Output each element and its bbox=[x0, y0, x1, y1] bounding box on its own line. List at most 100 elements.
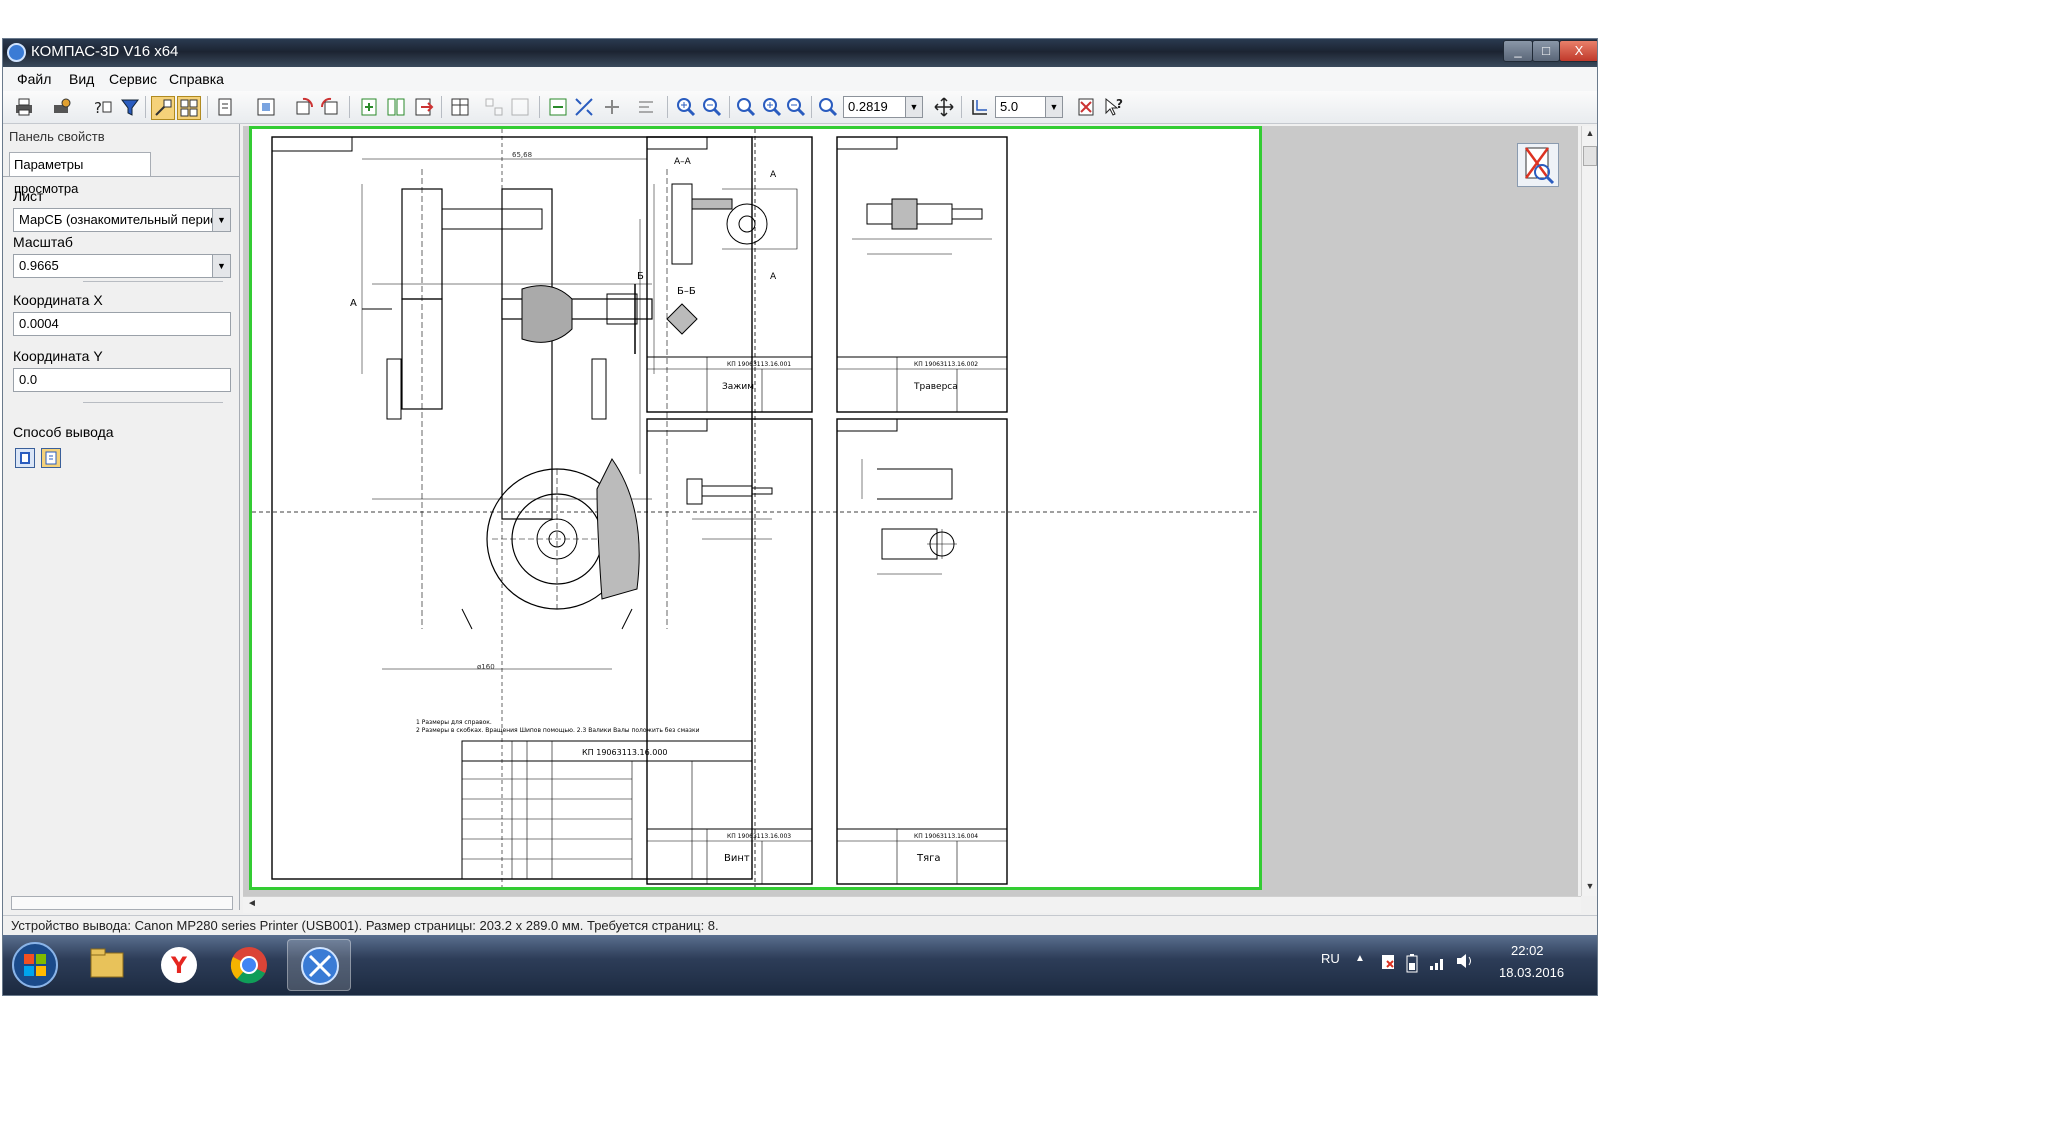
status-bar: Устройство вывода: Canon MP280 series Pr… bbox=[3, 915, 1597, 935]
close-button[interactable]: X bbox=[1559, 40, 1597, 62]
sheet5-code: КП 19063113.16.004 bbox=[914, 833, 978, 840]
sheet1-note-1: 1 Размеры для справок. bbox=[416, 719, 492, 726]
menu-view[interactable]: Вид bbox=[69, 71, 94, 87]
maximize-button[interactable]: □ bbox=[1532, 40, 1560, 62]
grid-sheets-icon[interactable] bbox=[177, 96, 201, 120]
chevron-down-icon[interactable]: ▼ bbox=[905, 97, 922, 117]
panel-title: Панель свойств bbox=[9, 129, 105, 144]
preview-settings-button[interactable] bbox=[1517, 143, 1559, 187]
rotate-icon[interactable] bbox=[293, 96, 315, 118]
page-setup-icon[interactable] bbox=[215, 96, 237, 118]
chevron-down-icon[interactable]: ▼ bbox=[212, 209, 230, 231]
print-settings-icon[interactable] bbox=[51, 96, 73, 118]
zoom-minus-icon[interactable] bbox=[785, 96, 807, 118]
zoom-plus-icon[interactable] bbox=[761, 96, 783, 118]
chevron-down-icon[interactable]: ▼ bbox=[1045, 97, 1062, 117]
toolbar-separator bbox=[441, 96, 442, 118]
move-sheets-icon[interactable] bbox=[601, 96, 623, 118]
panel-scrollbar[interactable] bbox=[11, 896, 233, 910]
zoom-combo[interactable]: 0.2819 ▼ bbox=[843, 96, 923, 118]
coord-y-field[interactable]: 0.0 bbox=[13, 368, 231, 392]
svg-text:ø160: ø160 bbox=[477, 663, 495, 671]
coord-y-label: Координата Y bbox=[13, 348, 103, 364]
sheet-value: МарСБ (ознакомительный перио bbox=[19, 212, 218, 227]
output-mode-one-icon[interactable] bbox=[15, 448, 35, 468]
sheet1-note-2: 2 Размеры в скобках. Вращения Шипов помо… bbox=[416, 727, 700, 734]
chevron-down-icon[interactable]: ▼ bbox=[212, 255, 230, 277]
scale-icon[interactable] bbox=[573, 96, 595, 118]
scroll-left-icon[interactable]: ◄ bbox=[247, 898, 257, 909]
sheet1-stamp-code: КП 19063113.16.000 bbox=[582, 748, 668, 757]
context-help-icon[interactable]: ? bbox=[1103, 96, 1125, 118]
step-value: 5.0 bbox=[1000, 99, 1019, 114]
clock-date[interactable]: 18.03.2016 bbox=[1499, 965, 1564, 980]
coord-x-label: Координата X bbox=[13, 292, 103, 308]
clock-time[interactable]: 22:02 bbox=[1511, 943, 1544, 958]
horizontal-scrollbar[interactable]: ◄ bbox=[243, 896, 1581, 913]
fit-page-icon[interactable] bbox=[255, 96, 277, 118]
align-icon[interactable] bbox=[635, 96, 657, 118]
table-layout-icon[interactable] bbox=[449, 96, 471, 118]
toolbar-separator bbox=[811, 96, 812, 118]
svg-text:?: ? bbox=[1116, 97, 1123, 111]
zoom-scale-icon[interactable] bbox=[817, 96, 839, 118]
select-sheet-icon[interactable] bbox=[151, 96, 175, 120]
sheet4-code: КП 19063113.16.003 bbox=[727, 833, 791, 840]
arrange-sheets-icon[interactable] bbox=[385, 96, 407, 118]
tab-preview-parameters[interactable]: Параметры просмотра bbox=[9, 152, 151, 196]
sheet3-code: КП 19063113.16.002 bbox=[914, 361, 978, 368]
kompas-taskbar-icon[interactable] bbox=[287, 939, 351, 991]
rotate-back-icon[interactable] bbox=[319, 96, 341, 118]
sheet-settings-icon[interactable] bbox=[1075, 96, 1097, 118]
action-center-icon[interactable] bbox=[1379, 953, 1397, 971]
language-indicator[interactable]: RU bbox=[1321, 951, 1340, 966]
zoom-out-icon[interactable] bbox=[701, 96, 723, 118]
sheet-5-tyaga: КП 19063113.16.004 Тяга bbox=[836, 418, 1008, 885]
help-icon[interactable]: ? bbox=[91, 96, 113, 118]
sheet3-title: Траверса bbox=[913, 382, 958, 392]
tray-expand-icon[interactable]: ▲ bbox=[1355, 953, 1365, 964]
scroll-thumb[interactable] bbox=[1583, 146, 1597, 166]
view-label-b: Б bbox=[637, 271, 644, 282]
properties-panel: Панель свойств Параметры просмотра Лист … bbox=[3, 124, 240, 910]
tile-icon[interactable] bbox=[483, 96, 505, 118]
svg-text:Y: Y bbox=[170, 954, 188, 979]
volume-icon[interactable] bbox=[1455, 951, 1475, 971]
view-label-a: А bbox=[350, 298, 357, 309]
battery-icon[interactable] bbox=[1405, 953, 1419, 973]
yandex-browser-icon[interactable]: Y bbox=[147, 939, 211, 991]
scale-select[interactable]: 0.9665 ▼ bbox=[13, 254, 231, 278]
zoom-window-icon[interactable] bbox=[735, 96, 757, 118]
export-icon[interactable] bbox=[413, 96, 435, 118]
pan-icon[interactable] bbox=[933, 96, 955, 118]
start-button[interactable] bbox=[5, 939, 65, 991]
app-window: КОМПАС-3D V16 x64 _ □ X Файл Вид Сервис … bbox=[2, 38, 1598, 996]
menu-service[interactable]: Сервис bbox=[109, 71, 157, 87]
print-icon[interactable] bbox=[13, 96, 35, 118]
add-sheet-icon[interactable] bbox=[359, 96, 381, 118]
menu-file[interactable]: Файл bbox=[17, 71, 51, 87]
vertical-scrollbar[interactable]: ▲ ▼ bbox=[1581, 126, 1597, 896]
scroll-down-icon[interactable]: ▼ bbox=[1584, 881, 1596, 893]
file-explorer-icon[interactable] bbox=[75, 939, 139, 991]
output-mode-two-icon[interactable] bbox=[41, 448, 61, 468]
menu-bar: Файл Вид Сервис Справка bbox=[3, 67, 1597, 91]
scroll-up-icon[interactable]: ▲ bbox=[1584, 128, 1596, 140]
chrome-icon[interactable] bbox=[217, 939, 281, 991]
sheet-select[interactable]: МарСБ (ознакомительный перио ▼ bbox=[13, 208, 231, 232]
tile-alt-icon[interactable] bbox=[509, 96, 531, 118]
sheet5-title: Тяга bbox=[916, 853, 941, 864]
coord-x-field[interactable]: 0.0004 bbox=[13, 312, 231, 336]
zoom-in-icon[interactable] bbox=[675, 96, 697, 118]
menu-help[interactable]: Справка bbox=[169, 71, 224, 87]
filter-icon[interactable] bbox=[119, 96, 141, 118]
fit-width-icon[interactable] bbox=[547, 96, 569, 118]
network-icon[interactable] bbox=[1429, 953, 1447, 971]
sheets-layout[interactable]: 65,68 А Б Б–Б ø160 1 Размеры для справок… bbox=[249, 126, 1262, 890]
minimize-button[interactable]: _ bbox=[1503, 40, 1533, 62]
toolbar: ? 0.2819 ▼ 5.0 ▼ ? bbox=[3, 91, 1597, 124]
snap-icon[interactable] bbox=[969, 96, 991, 118]
step-combo[interactable]: 5.0 ▼ bbox=[995, 96, 1063, 118]
svg-text:?: ? bbox=[94, 99, 102, 117]
print-preview-area[interactable]: 65,68 А Б Б–Б ø160 1 Размеры для справок… bbox=[243, 126, 1578, 896]
